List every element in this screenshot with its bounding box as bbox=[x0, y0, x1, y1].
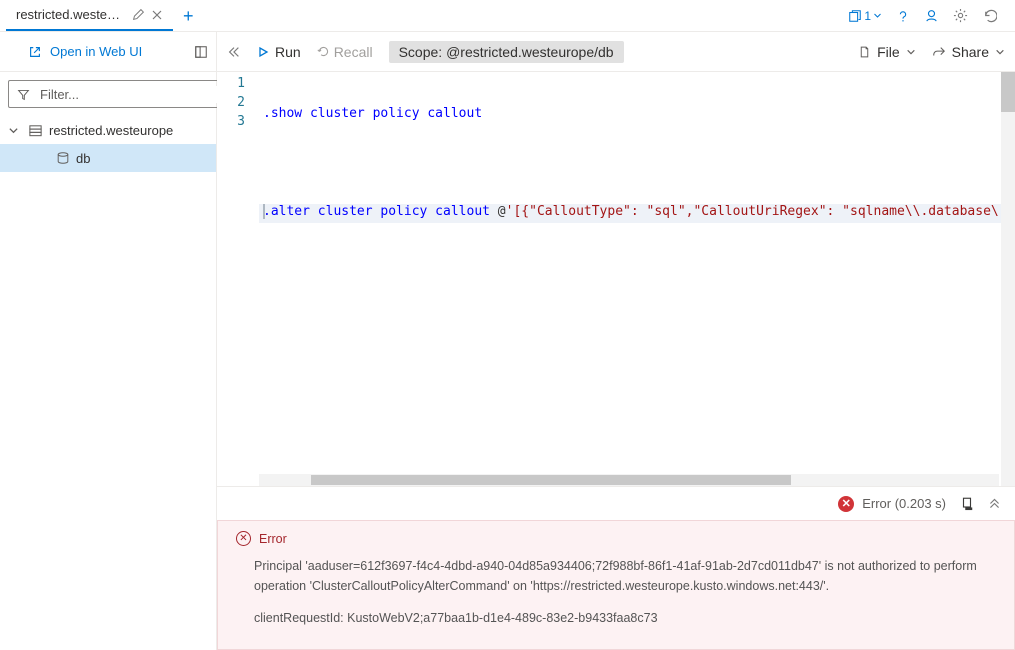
editor-gutter: 1 2 3 bbox=[217, 72, 259, 486]
run-label: Run bbox=[275, 44, 301, 60]
code-text: @ bbox=[490, 204, 506, 219]
code-keyword: .alter cluster policy callout bbox=[263, 204, 490, 219]
query-tab-active[interactable]: restricted.westeur... bbox=[6, 0, 173, 31]
code-string: '[{"CalloutType": "sql","CalloutUriRegex… bbox=[506, 204, 999, 219]
copy-results-icon[interactable] bbox=[960, 496, 974, 511]
scrollbar-thumb[interactable] bbox=[311, 475, 791, 485]
play-icon bbox=[257, 46, 269, 58]
scope-value: @restricted.westeurope/db bbox=[446, 44, 614, 60]
recall-label: Recall bbox=[334, 44, 373, 60]
top-right-tools: 1 bbox=[848, 8, 1009, 23]
collapse-panel-icon[interactable] bbox=[194, 45, 208, 59]
code-keyword: .show cluster policy callout bbox=[263, 106, 482, 121]
error-request-id: clientRequestId: KustoWebV2;a77baa1b-d1e… bbox=[236, 608, 996, 628]
results-statusbar: ✕ Error (0.203 s) bbox=[217, 486, 1015, 520]
copy-tabs-icon[interactable]: 1 bbox=[848, 9, 882, 23]
chevron-down-icon bbox=[8, 125, 22, 136]
tabstrip: restricted.westeur... + 1 bbox=[0, 0, 1015, 32]
file-menu[interactable]: File bbox=[858, 44, 916, 60]
tab-title: restricted.westeur... bbox=[16, 7, 126, 22]
scope-selector[interactable]: Scope: @restricted.westeurope/db bbox=[389, 41, 624, 63]
connections-sidebar: Open in Web UI restric bbox=[0, 32, 217, 650]
add-tab-button[interactable]: + bbox=[173, 7, 204, 25]
collapse-results-icon[interactable] bbox=[988, 497, 1001, 510]
edit-icon[interactable] bbox=[132, 8, 145, 21]
scope-label: Scope: bbox=[399, 44, 443, 60]
feedback-icon[interactable] bbox=[924, 8, 939, 23]
chevron-left-double-icon[interactable] bbox=[227, 45, 241, 59]
chevron-down-icon bbox=[995, 47, 1005, 57]
share-label: Share bbox=[952, 44, 989, 60]
error-circle-icon: ✕ bbox=[236, 531, 251, 546]
file-label: File bbox=[877, 44, 900, 60]
cluster-label: restricted.westeurope bbox=[49, 123, 173, 138]
recall-icon bbox=[317, 45, 330, 58]
db-label: db bbox=[76, 151, 90, 166]
recall-button[interactable]: Recall bbox=[317, 44, 373, 60]
file-icon bbox=[858, 45, 871, 59]
query-toolbar: Run Recall Scope: @restricted.westeurope… bbox=[217, 32, 1015, 72]
filter-icon bbox=[17, 88, 30, 101]
editor-minimap[interactable] bbox=[1001, 72, 1015, 486]
close-icon[interactable] bbox=[151, 9, 163, 21]
editor-h-scrollbar[interactable] bbox=[259, 474, 999, 486]
share-menu[interactable]: Share bbox=[932, 44, 1005, 60]
help-icon[interactable] bbox=[896, 9, 910, 23]
open-in-web-ui-label: Open in Web UI bbox=[50, 44, 142, 59]
line-number: 2 bbox=[217, 95, 259, 114]
status-text: Error (0.203 s) bbox=[862, 496, 946, 511]
settings-icon[interactable] bbox=[953, 8, 968, 23]
error-badge-icon: ✕ bbox=[838, 496, 854, 512]
status-error: ✕ Error (0.203 s) bbox=[838, 496, 946, 512]
run-button[interactable]: Run bbox=[257, 44, 301, 60]
connections-tree: restricted.westeurope db bbox=[0, 116, 216, 172]
error-title: Error bbox=[259, 532, 287, 546]
error-panel: ✕ Error Principal 'aaduser=612f3697-f4c4… bbox=[217, 520, 1015, 650]
share-icon bbox=[932, 45, 946, 59]
external-link-icon bbox=[28, 45, 42, 59]
filter-input-wrapper[interactable] bbox=[8, 80, 227, 108]
editor-text[interactable]: .show cluster policy callout .alter clus… bbox=[259, 72, 1001, 486]
database-icon bbox=[56, 151, 70, 165]
chevron-down-icon bbox=[906, 47, 916, 57]
undo-icon[interactable] bbox=[982, 8, 997, 23]
error-message: Principal 'aaduser=612f3697-f4c4-4dbd-a9… bbox=[236, 556, 996, 596]
tree-db-row[interactable]: db bbox=[0, 144, 216, 172]
cluster-icon bbox=[28, 123, 43, 138]
tab-count: 1 bbox=[864, 9, 871, 23]
open-in-web-ui-button[interactable]: Open in Web UI bbox=[8, 44, 186, 59]
line-number: 1 bbox=[217, 76, 259, 95]
filter-input[interactable] bbox=[38, 86, 218, 103]
line-number: 3 bbox=[217, 114, 259, 133]
code-editor[interactable]: 1 2 3 .show cluster policy callout .alte… bbox=[217, 72, 1015, 486]
tree-cluster-row[interactable]: restricted.westeurope bbox=[0, 116, 216, 144]
